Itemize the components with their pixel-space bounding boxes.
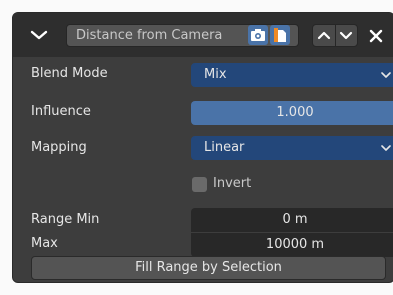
range-min-value: 0 m <box>282 212 308 227</box>
edit-mode-icon <box>274 28 286 42</box>
range-min-field[interactable]: 0 m <box>191 208 393 232</box>
influence-label: Influence <box>31 104 91 119</box>
chevron-down-icon <box>381 145 391 151</box>
move-up-icon <box>317 31 331 40</box>
mapping-label: Mapping <box>31 140 87 155</box>
invert-checkbox[interactable] <box>192 177 207 192</box>
influence-slider[interactable]: 1.000 <box>191 101 393 125</box>
collapse-toggle[interactable] <box>27 25 51 45</box>
invert-label[interactable]: Invert <box>213 176 251 191</box>
move-up-button[interactable] <box>313 25 336 46</box>
mapping-dropdown[interactable]: Linear <box>191 136 393 160</box>
fill-range-label: Fill Range by Selection <box>135 260 282 275</box>
modifier-panel: Distance from Camera Blend Mode Mix Infl… <box>12 12 393 283</box>
move-down-icon <box>339 31 353 40</box>
modifier-name-text: Distance from Camera <box>76 28 223 43</box>
close-icon <box>369 29 383 43</box>
blend-mode-value: Mix <box>204 67 227 82</box>
camera-icon <box>251 29 265 41</box>
range-min-label: Range Min <box>31 212 100 227</box>
range-max-field[interactable]: 10000 m <box>191 233 393 257</box>
chevron-down-icon <box>30 30 48 40</box>
max-label: Max <box>31 236 58 251</box>
remove-modifier-button[interactable] <box>365 25 387 47</box>
fill-range-button[interactable]: Fill Range by Selection <box>31 256 386 280</box>
move-down-button[interactable] <box>335 25 357 46</box>
show-in-viewport-toggle[interactable] <box>248 25 268 45</box>
mapping-value: Linear <box>204 140 245 155</box>
range-max-value: 10000 m <box>265 237 325 252</box>
blend-mode-dropdown[interactable]: Mix <box>191 63 393 87</box>
panel-header: Distance from Camera <box>13 13 393 57</box>
edit-mode-toggle[interactable] <box>270 25 290 45</box>
chevron-down-icon <box>381 72 391 78</box>
move-up-down-buttons <box>312 24 358 47</box>
influence-value: 1.000 <box>276 105 314 120</box>
blend-mode-label: Blend Mode <box>31 66 108 81</box>
